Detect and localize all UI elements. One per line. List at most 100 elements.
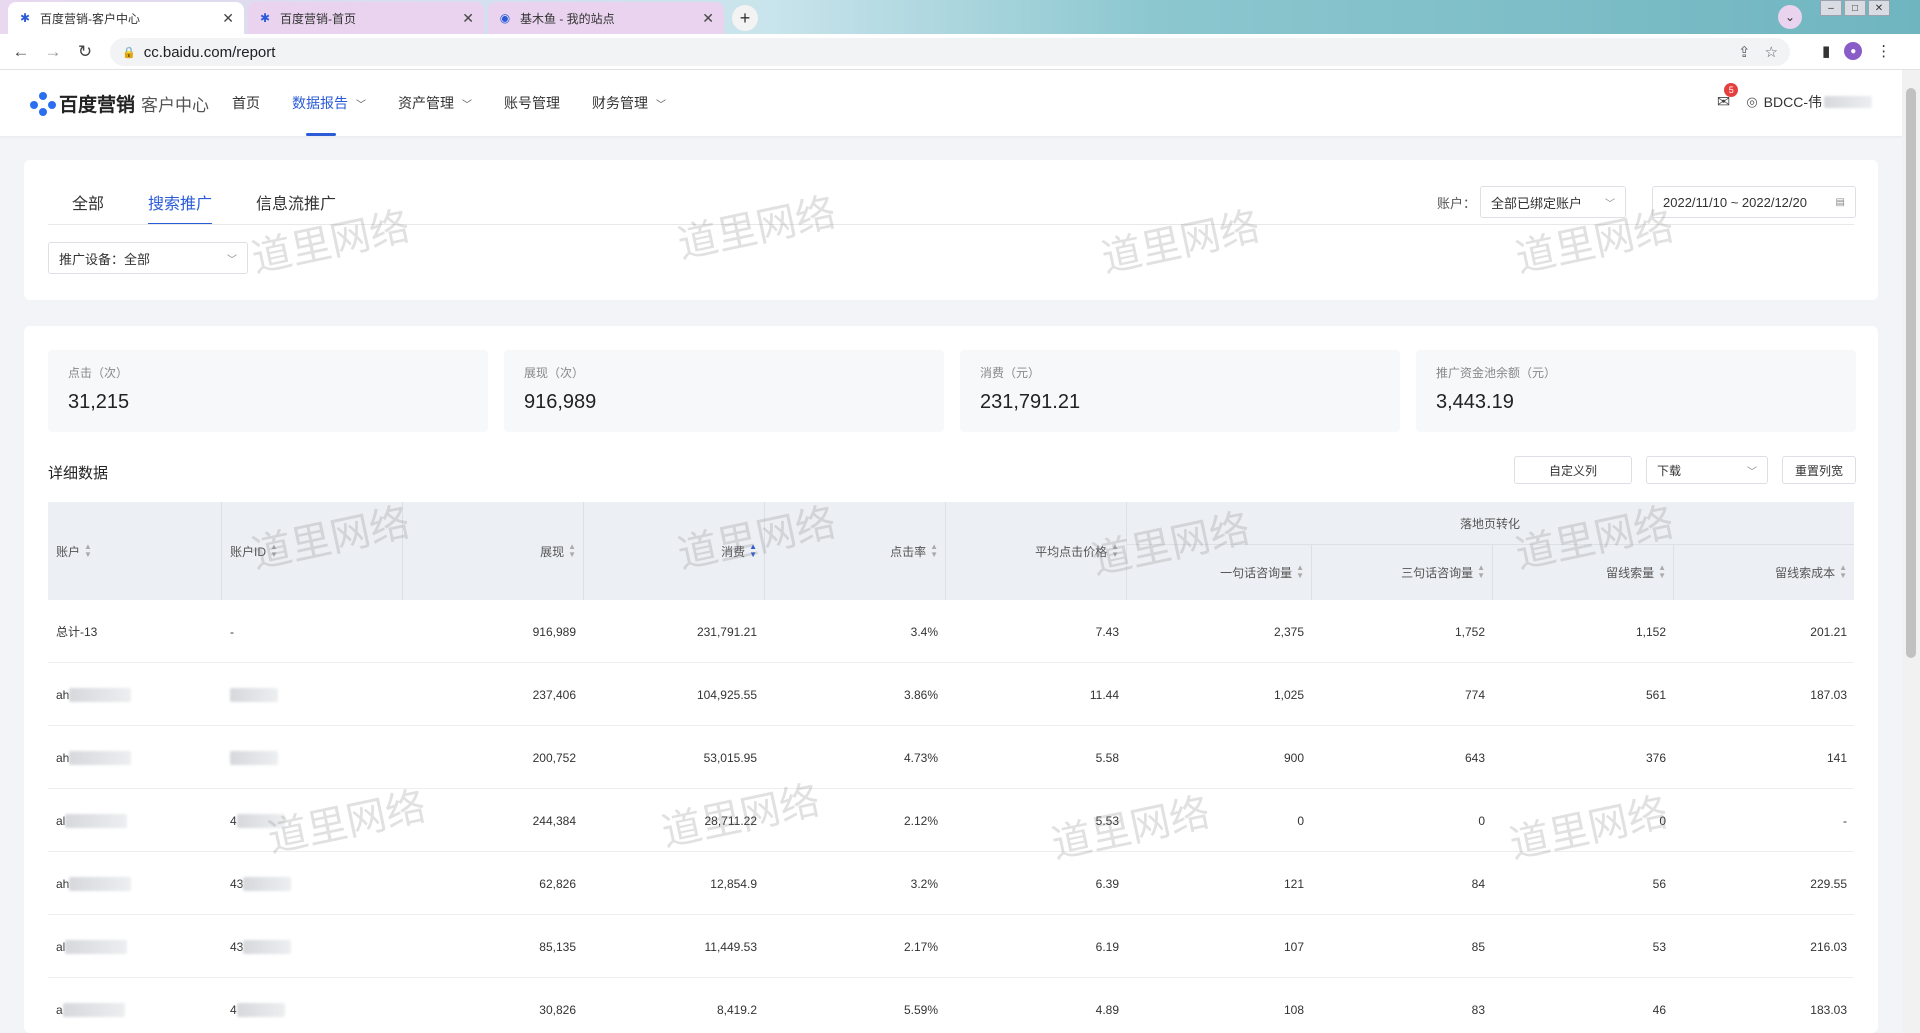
download-label: 下载 xyxy=(1657,463,1682,478)
cell-text: 43 xyxy=(230,939,244,954)
reload-icon[interactable]: ↻ xyxy=(74,41,96,63)
sort-icon[interactable]: ▲ ▼ xyxy=(1477,564,1485,580)
cell-impressions: 237,406 xyxy=(402,663,576,726)
tab-search-chevron-icon[interactable]: ⌄ xyxy=(1778,5,1802,29)
cell-impressions: 916,989 xyxy=(402,600,576,663)
cell-text: 774 xyxy=(1464,687,1485,702)
cell-text: 总计-13 xyxy=(56,625,98,639)
header-label: 三句话咨询量 xyxy=(1401,565,1474,580)
metric-impressions: 展现（次） 916,989 xyxy=(504,350,944,432)
minimize-icon[interactable]: – xyxy=(1820,0,1842,16)
close-window-icon[interactable]: ✕ xyxy=(1868,0,1890,16)
metric-label: 推广资金池余额（元） xyxy=(1436,366,1557,380)
column-header-account[interactable]: 账户 ▲ ▼ xyxy=(56,502,92,600)
close-icon[interactable]: ✕ xyxy=(462,10,474,27)
share-icon[interactable]: ⇪ xyxy=(1738,43,1751,61)
menu-kebab-icon[interactable]: ⋮ xyxy=(1876,42,1891,60)
column-header-account-id[interactable]: 账户ID ▲ ▼ xyxy=(230,502,278,600)
nav-item-finance-management[interactable]: 财务管理 ﹀ xyxy=(592,70,666,136)
nav-item-home[interactable]: 首页 xyxy=(232,70,260,136)
account-label: 账户： xyxy=(1436,195,1476,211)
column-header-lead-cost[interactable]: 留线索成本 ▲ ▼ xyxy=(1673,544,1847,600)
cell-text: 28,711.22 xyxy=(704,813,758,828)
table-row: al 43 85,135 11,449.53 2.17% 6.19 107 85 53 216.0… xyxy=(48,915,1854,978)
notification-badge: 5 xyxy=(1724,83,1739,97)
cell-one-consult: 2,375 xyxy=(1126,600,1304,663)
custom-columns-button[interactable]: 自定义列 xyxy=(1514,456,1632,484)
cell-text: 11,449.53 xyxy=(704,939,758,954)
date-range-picker[interactable]: 2022/11/10 ~ 2022/12/20 ▤ xyxy=(1652,186,1856,218)
column-header-avg-cpc[interactable]: 平均点击价格 ▲ ▼ xyxy=(945,502,1119,600)
tab-search-promotion[interactable]: 搜索推广 xyxy=(148,190,213,225)
new-tab-plus-icon[interactable]: + xyxy=(732,5,758,31)
nav-item-data-report[interactable]: 数据报告 ﹀ xyxy=(292,70,366,136)
cell-avg-cpc: 11.44 xyxy=(945,663,1119,726)
metric-value: 31,215 xyxy=(68,391,130,413)
sort-icon[interactable]: ▲ ▼ xyxy=(84,543,92,559)
cell-text: ah xyxy=(56,876,70,891)
baidu-logo[interactable]: 百度营销 客户中心 xyxy=(30,90,209,117)
page-scrollbar-thumb[interactable] xyxy=(1906,88,1916,658)
cell-lead-cost: 187.03 xyxy=(1673,663,1847,726)
sort-icon[interactable]: ▲ ▼ xyxy=(1111,543,1119,559)
cell-ctr: 3.2% xyxy=(764,852,938,915)
nav-item-asset-management[interactable]: 资产管理 ﹀ xyxy=(398,70,472,136)
sort-icon[interactable]: ▲ ▼ xyxy=(1296,564,1304,580)
cell-leads: 46 xyxy=(1492,978,1666,1033)
profile-avatar-icon[interactable]: ● xyxy=(1844,42,1863,60)
maximize-icon[interactable]: □ xyxy=(1844,0,1866,16)
cell-cost: 104,925.55 xyxy=(583,663,757,726)
forward-arrow-icon[interactable]: → xyxy=(42,41,64,63)
sort-icon[interactable]: ▲ ▼ xyxy=(270,543,278,559)
close-icon[interactable]: ✕ xyxy=(702,10,714,27)
column-header-leads[interactable]: 留线索量 ▲ ▼ xyxy=(1492,544,1666,600)
metric-label: 点击（次） xyxy=(68,366,129,380)
browser-tab-1[interactable]: ✱ 百度营销-客户中心 ✕ xyxy=(8,2,244,34)
url-input[interactable]: 🔒 cc.baidu.com/report ⇪ ☆ xyxy=(110,38,1790,66)
column-header-cost[interactable]: 消费 ▲ ▼ xyxy=(583,502,757,600)
metric-value: 3,443.19 xyxy=(1436,391,1514,413)
cell-impressions: 30,826 xyxy=(402,978,576,1033)
sort-icon[interactable]: ▲ ▼ xyxy=(568,543,576,559)
header-label: 留线索成本 xyxy=(1775,565,1836,580)
chevron-down-icon: ﹀ xyxy=(1605,198,1615,210)
browser-tab-3[interactable]: ◉ 基木鱼 - 我的站点 ✕ xyxy=(488,2,724,34)
cell-text: 108 xyxy=(1283,1002,1304,1017)
side-panel-icon[interactable]: ▮ xyxy=(1822,42,1830,60)
back-arrow-icon[interactable]: ← xyxy=(10,41,32,63)
column-header-ctr[interactable]: 点击率 ▲ ▼ xyxy=(764,502,938,600)
table-row: ah 43 62,826 12,854.9 3.2% 6.39 121 84 56 229.55 xyxy=(48,852,1854,915)
browser-tab-title: 基木鱼 - 我的站点 xyxy=(520,11,615,26)
user-name[interactable]: BDCC-伟 xyxy=(1764,92,1822,112)
sort-desc-icon[interactable]: ▲ ▼ xyxy=(749,543,757,559)
tab-feed-promotion[interactable]: 信息流推广 xyxy=(256,190,336,225)
cell-cost: 8,419.2 xyxy=(583,978,757,1033)
browser-tab-2[interactable]: ✱ 百度营销-首页 ✕ xyxy=(248,2,484,34)
close-icon[interactable]: ✕ xyxy=(222,10,234,27)
section-title: 详细数据 xyxy=(48,465,109,482)
chevron-down-icon: ﹀ xyxy=(656,99,666,111)
column-header-three-sentence-consult[interactable]: 三句话咨询量 ▲ ▼ xyxy=(1311,544,1485,600)
device-select[interactable]: 推广设备：全部 ﹀ xyxy=(48,242,248,274)
chevron-down-icon: ﹀ xyxy=(1747,466,1757,478)
cell-text: 6.19 xyxy=(1095,939,1119,954)
nav-label: 财务管理 xyxy=(592,95,648,111)
account-filter: 账户： 全部已绑定账户 ﹀ xyxy=(1437,186,1626,218)
sort-icon[interactable]: ▲ ▼ xyxy=(930,543,938,559)
column-header-one-sentence-consult[interactable]: 一句话咨询量 ▲ ▼ xyxy=(1126,544,1304,600)
column-header-impressions[interactable]: 展现 ▲ ▼ xyxy=(402,502,576,600)
bookmark-star-icon[interactable]: ☆ xyxy=(1765,43,1778,61)
sort-icon[interactable]: ▲ ▼ xyxy=(1839,564,1847,580)
sort-icon[interactable]: ▲ ▼ xyxy=(1658,564,1666,580)
nav-item-account-management[interactable]: 账号管理 xyxy=(504,70,560,136)
message-bell-icon[interactable]: ✉ 5 xyxy=(1717,83,1739,112)
download-select[interactable]: 下载 ﹀ xyxy=(1646,456,1768,484)
cell-text: 3.86% xyxy=(903,687,938,702)
cell-text: 229.55 xyxy=(1810,876,1847,891)
reset-column-width-button[interactable]: 重置列宽 xyxy=(1782,456,1856,484)
cell-text: 83 xyxy=(1471,1002,1485,1017)
nav-label: 首页 xyxy=(232,95,260,111)
tab-all[interactable]: 全部 xyxy=(48,190,104,225)
account-select[interactable]: 全部已绑定账户 ﹀ xyxy=(1480,186,1626,218)
header-label: 消费 xyxy=(721,544,746,559)
